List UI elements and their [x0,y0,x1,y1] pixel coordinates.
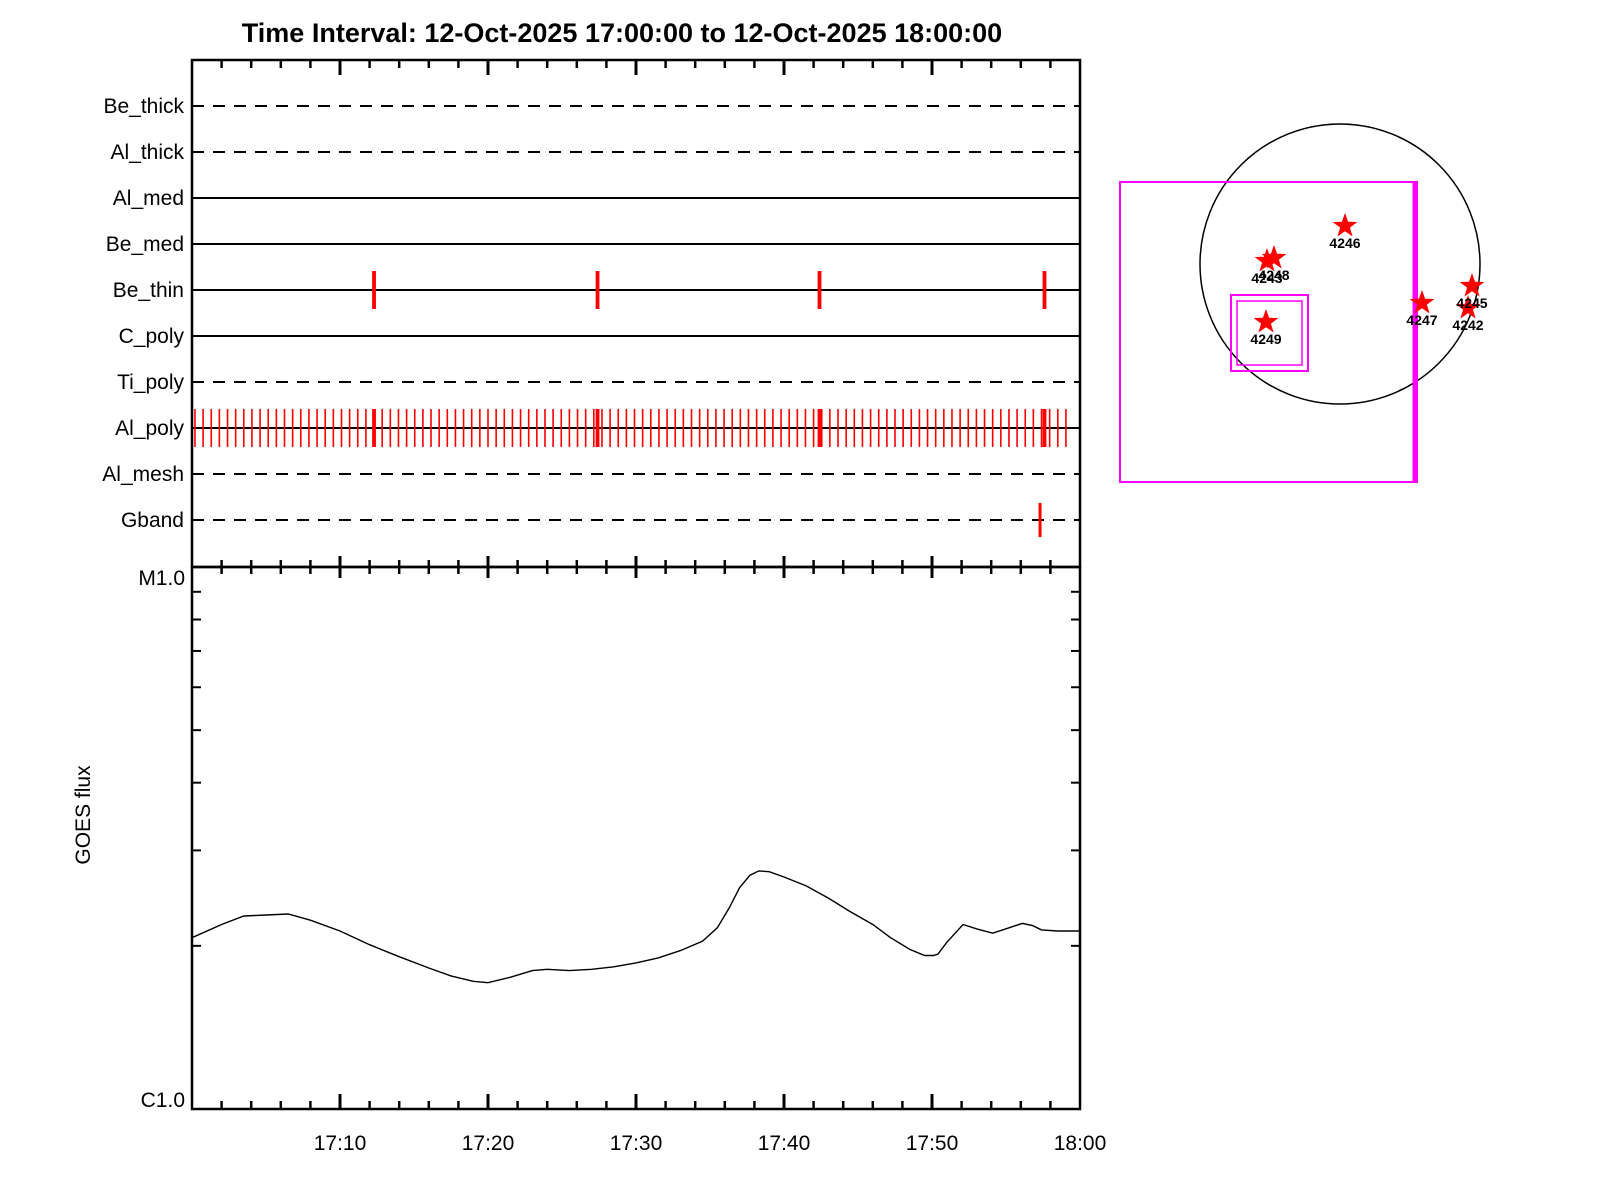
active-region-star-4246 [1332,213,1358,237]
time-axis-label-17:40: 17:40 [758,1132,811,1155]
solar-limb-circle [1199,123,1481,405]
time-axis-label-18:00: 18:00 [1054,1132,1107,1155]
channel-label-Al_mesh: Al_mesh [102,463,184,486]
active-region-label-4245: 4245 [1456,295,1487,311]
time-axis-label-17:30: 17:30 [610,1132,663,1155]
goes-ymax-label: M1.0 [138,567,185,590]
solar-disk-panel: 4246424842434249424742454242 [1119,123,1488,483]
active-region-label-4247: 4247 [1406,312,1437,328]
filter-timeline-panel: Be_thick Al_thick Al_med Be_med Be_thin C_pol… [102,58,1082,578]
goes-flux-curve [191,870,1080,984]
active-region-star-4249 [1253,309,1279,333]
time-axis-label-17:10: 17:10 [314,1132,367,1155]
active-region-label-4249: 4249 [1250,331,1281,347]
channel-label-Al_thick: Al_thick [110,141,184,164]
goes-flux-panel: 17:10 17:20 17:30 17:40 17:50 18:00 [190,565,1107,1155]
goes-ymin-label: C1.0 [141,1089,185,1112]
goes-y-axis-title: GOES flux [72,765,95,865]
channel-label-Be_thick: Be_thick [103,95,184,118]
channel-label-Al_med: Al_med [113,187,184,210]
channel-label-Be_thin: Be_thin [113,279,184,302]
channel-label-Gband: Gband [121,509,184,532]
channel-label-Ti_poly: Ti_poly [117,371,184,394]
active-region-star-4245 [1459,273,1485,297]
observation-summary-plot: Time Interval: 12-Oct-2025 17:00:00 to 1… [0,0,1600,1200]
goes-border [190,565,1082,1111]
timeline-border [190,58,1082,569]
active-region-label-4246: 4246 [1329,235,1360,251]
active-region-label-4242: 4242 [1452,317,1483,333]
time-axis-label-17:50: 17:50 [906,1132,959,1155]
active-region-label-4243: 4243 [1251,270,1282,286]
channel-label-Al_poly: Al_poly [115,417,184,440]
channel-label-C_poly: C_poly [119,325,185,348]
plot-svg: Time Interval: 12-Oct-2025 17:00:00 to 1… [72,18,1488,1155]
time-axis-label-17:20: 17:20 [462,1132,515,1155]
chart-title: Time Interval: 12-Oct-2025 17:00:00 to 1… [242,18,1002,48]
channel-label-Be_med: Be_med [106,233,184,256]
